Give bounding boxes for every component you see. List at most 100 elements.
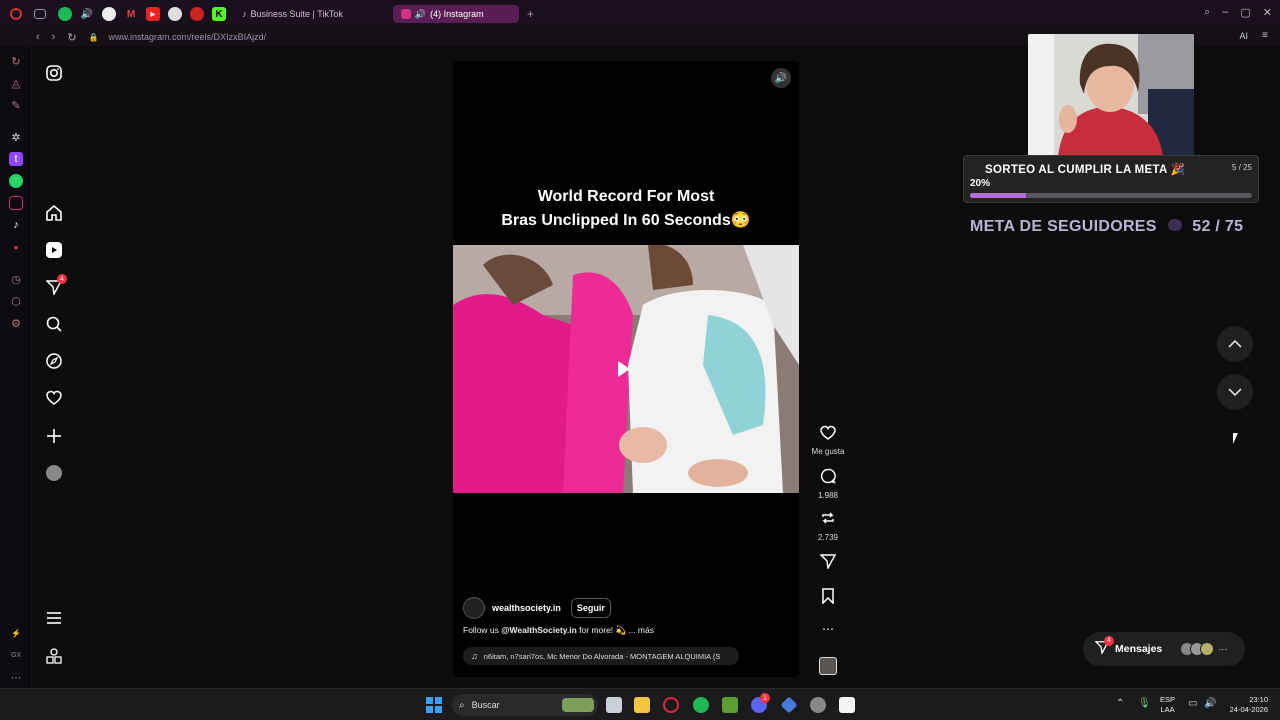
pinboard-icon[interactable]: ✎ — [9, 98, 23, 112]
save-action[interactable] — [808, 588, 848, 609]
github-tab-icon[interactable] — [102, 7, 116, 21]
more-icon[interactable]: ⋯ — [9, 670, 23, 684]
caption-mention[interactable]: @WealthSociety.in — [501, 625, 577, 635]
profile-avatar[interactable] — [43, 462, 65, 484]
search-icon: ⌕ — [459, 699, 465, 711]
share-icon[interactable] — [819, 553, 837, 571]
explore-icon[interactable] — [43, 350, 65, 372]
discord-icon[interactable]: 1 — [751, 693, 770, 713]
youtube-tab-icon[interactable]: ▸ — [146, 7, 160, 21]
reel-player[interactable]: 🔊 World Record For Most Bras Unclipped I… — [453, 61, 799, 677]
speaker-icon: 🔊 — [414, 8, 427, 19]
clock-icon[interactable]: ◷ — [9, 272, 23, 286]
tab-overview-icon[interactable] — [34, 9, 46, 19]
file-explorer-icon[interactable] — [634, 697, 650, 713]
music-icon[interactable]: ● — [9, 240, 23, 254]
taskbar-search[interactable]: ⌕ Buscar — [452, 694, 598, 716]
maximize-icon[interactable]: ▢ — [1240, 6, 1250, 19]
more-apps-icon[interactable] — [43, 645, 65, 667]
comment-icon[interactable] — [820, 468, 836, 484]
app-window-icon[interactable] — [839, 697, 855, 713]
twitch-icon[interactable]: t — [9, 152, 23, 166]
chevron-up-icon[interactable]: ⌃ — [1116, 698, 1124, 709]
author-username[interactable]: wealthsociety.in — [492, 603, 561, 613]
search-icon[interactable] — [43, 313, 65, 335]
minimize-icon[interactable]: – — [1222, 6, 1228, 19]
volume-icon[interactable]: 🔊 — [1204, 698, 1216, 709]
ai-button[interactable]: AI — [1239, 31, 1248, 41]
keyboard-layout: LAA — [1160, 705, 1175, 714]
minecraft-icon[interactable] — [722, 697, 738, 713]
author-avatar[interactable] — [463, 597, 485, 619]
settings-icon[interactable]: ⚙ — [9, 316, 23, 330]
task-view-icon[interactable] — [606, 697, 622, 713]
instagram-logo-icon[interactable] — [43, 62, 65, 84]
close-icon[interactable]: ✕ — [1263, 6, 1272, 19]
windows-start-icon[interactable] — [426, 697, 442, 713]
follow-button[interactable]: Seguir — [570, 598, 611, 618]
caption-suffix[interactable]: for more! 💫 ... más — [577, 625, 654, 635]
create-icon[interactable] — [43, 425, 65, 447]
reels-icon[interactable] — [43, 239, 65, 261]
whatsapp-icon[interactable] — [9, 174, 23, 188]
new-tab-icon[interactable]: + — [527, 7, 534, 21]
next-reel-button[interactable] — [1217, 374, 1253, 410]
kick-tab-icon[interactable]: K — [212, 7, 226, 21]
chatgpt-icon[interactable]: ✲ — [9, 130, 23, 144]
messages-button[interactable]: 4 Mensajes ⋯ — [1083, 632, 1245, 666]
bookmark-icon[interactable] — [821, 588, 835, 605]
clock[interactable]: 23:10 24-04-2026 — [1222, 695, 1268, 715]
tiktok-sidebar-icon[interactable]: ♪ — [9, 218, 23, 232]
instagram-sidebar-icon[interactable] — [9, 196, 23, 210]
history-icon[interactable]: ↻ — [9, 54, 23, 68]
menu-icon[interactable]: ≡ — [1262, 30, 1268, 41]
tab-business-suite[interactable]: ♪ Business Suite | TikTok — [234, 5, 351, 23]
volume-icon[interactable]: 🔊 — [771, 68, 791, 88]
display-icon[interactable]: ▭ — [1188, 698, 1197, 709]
like-action[interactable]: Me gusta — [808, 425, 848, 456]
search-tabs-icon[interactable]: ⌕ — [1204, 6, 1210, 19]
opera-logo-icon[interactable] — [10, 8, 22, 20]
back-icon[interactable]: ‹ — [36, 31, 40, 43]
previous-reel-button[interactable] — [1217, 326, 1253, 362]
gx-icon[interactable]: GX — [9, 648, 23, 662]
comment-action[interactable]: 1.988 — [808, 468, 848, 500]
tab-instagram[interactable]: 🔊 (4) Instagram — [392, 5, 519, 23]
gmail-tab-icon[interactable]: M — [124, 7, 138, 21]
music-pill[interactable]: ♫ n6itam, n7sari7os, Mc Menor Do Alvorad… — [463, 647, 739, 665]
audio-thumbnail[interactable] — [808, 657, 848, 680]
repost-action[interactable]: 2.739 — [808, 510, 848, 542]
play-icon[interactable] — [618, 361, 630, 377]
share-action[interactable] — [808, 553, 848, 574]
app-diamond-icon[interactable] — [780, 696, 798, 714]
video-frame[interactable] — [453, 245, 799, 493]
reload-icon[interactable]: ↻ — [67, 31, 76, 44]
music-icon: ♫ — [471, 651, 478, 661]
extension-tab-icon[interactable] — [168, 7, 182, 21]
bolt-icon[interactable]: ⚡ — [9, 626, 23, 640]
lock-icon: 🔒 — [88, 32, 99, 42]
direct-messages-icon[interactable]: 4 — [43, 274, 67, 298]
opera-gx-icon[interactable] — [663, 697, 679, 713]
aria-icon[interactable]: ◬ — [9, 76, 23, 90]
spotify-tab-icon[interactable] — [58, 7, 72, 21]
repost-icon[interactable] — [820, 510, 836, 526]
language-indicator[interactable]: ESP LAA — [1160, 695, 1175, 715]
opera-sidebar: ↻ ◬ ✎ ✲ t ♪ ● ◷ ⬡ ⚙ ⚡ GX ⋯ — [0, 46, 32, 688]
more-options-icon[interactable]: ⋯ — [808, 622, 848, 636]
like-heart-icon[interactable] — [820, 425, 836, 440]
follower-goal-label: META DE SEGUIDORES — [970, 218, 1157, 235]
obs-icon[interactable] — [810, 697, 826, 713]
speaker-icon[interactable]: 🔊 — [80, 7, 94, 21]
mouse-cursor-icon — [1233, 433, 1238, 444]
hamburger-menu-icon[interactable] — [43, 607, 65, 629]
extensions-icon[interactable]: ⬡ — [9, 294, 23, 308]
caption-prefix: Follow us — [463, 625, 502, 635]
spotify-icon[interactable] — [693, 697, 709, 713]
red-tab-icon[interactable] — [190, 7, 204, 21]
heart-icon[interactable] — [43, 387, 65, 409]
forward-icon[interactable]: › — [52, 31, 56, 43]
url-input[interactable]: www.instagram.com/reels/DXIzxBIAjzd/ — [109, 32, 267, 42]
microphone-icon[interactable]: 🎙 — [1138, 698, 1151, 709]
home-icon[interactable] — [43, 202, 65, 224]
